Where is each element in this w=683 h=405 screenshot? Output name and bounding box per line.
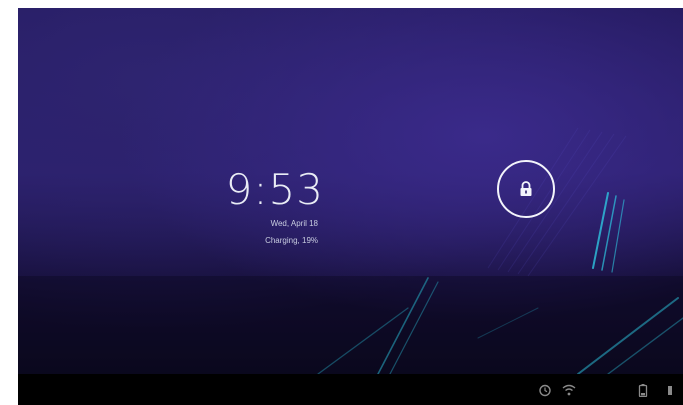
lockscreen-wallpaper — [18, 8, 683, 374]
wifi-icon — [562, 384, 576, 396]
lock-icon — [520, 181, 532, 196]
battery-icon — [638, 384, 648, 397]
lockscreen-date: Wed, April 18 — [270, 219, 318, 228]
tablet-screen: 9:53 Wed, April 18 Charging, 19% — [18, 8, 683, 405]
alarm-icon — [539, 384, 551, 397]
system-bar — [18, 374, 683, 405]
wallpaper-light-streaks — [18, 127, 683, 374]
lockscreen-clock: 9:53 — [225, 165, 324, 214]
unlock-handle[interactable] — [497, 160, 555, 218]
charging-status: Charging, 19% — [265, 236, 318, 245]
signal-icon — [668, 386, 672, 395]
